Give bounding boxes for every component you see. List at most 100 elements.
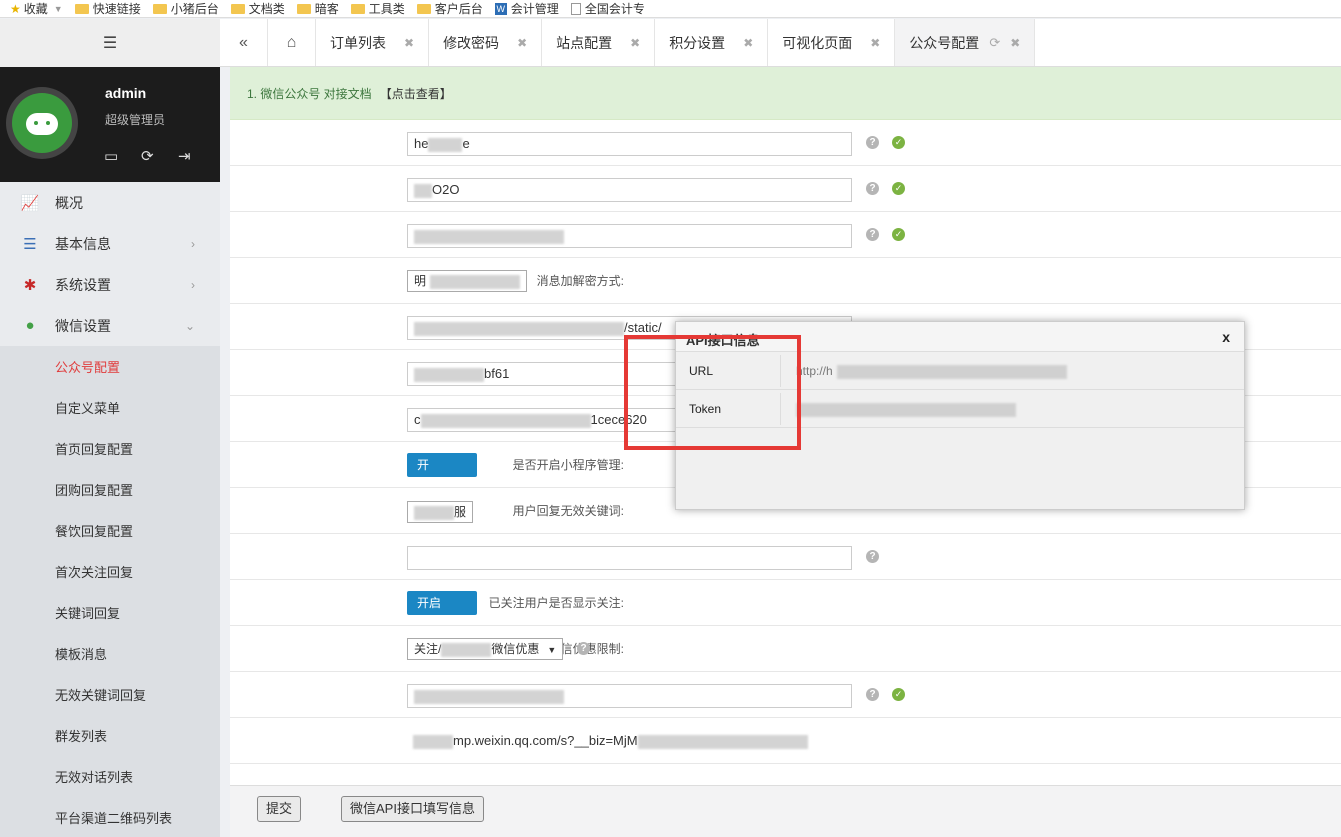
bookmark-tools[interactable]: 工具类 (350, 0, 405, 17)
submenu-item[interactable]: 群发列表 (0, 715, 220, 756)
submenu-item[interactable]: 无效对话列表 (0, 756, 220, 797)
wechat-logo-icon (12, 93, 72, 153)
show-follow-toggle[interactable]: 开启 (407, 591, 477, 615)
document-icon (570, 2, 581, 15)
tab-site-config[interactable]: 站点配置 ✖ (542, 19, 656, 66)
help-icon[interactable]: ? (577, 642, 590, 655)
help-icon[interactable]: ? (866, 550, 879, 563)
folder-icon (74, 3, 89, 14)
close-icon[interactable]: ✖ (1010, 36, 1020, 50)
submit-button[interactable]: 提交 (257, 796, 302, 822)
tab-account-config[interactable]: 公众号配置 ⟳ ✖ (895, 19, 1036, 66)
bookmark-favorites[interactable]: ★ 收藏 ▼ (10, 0, 63, 17)
sidebar-item-basic-info[interactable]: ☰ 基本信息 › (0, 223, 220, 264)
field-label: 是否开启小程序管理: (512, 458, 624, 472)
field-label: 消息加解密方式: (536, 274, 624, 288)
bookmark-xiaozhu[interactable]: 小猪后台 (152, 0, 219, 17)
sidebar: ☰ admin 超级管理员 ▭ ⟳ ⇥ 📈 概况 ☰ 基本信息 › ✱ 系统设置 › ● 微… (0, 19, 220, 837)
word-icon: W (494, 2, 507, 15)
tab-change-password[interactable]: 修改密码 ✖ (429, 19, 543, 66)
close-icon[interactable]: ✖ (870, 36, 880, 50)
share-name-input[interactable] (407, 684, 852, 708)
help-icon[interactable]: ? (866, 228, 879, 241)
bookmark-accounting[interactable]: W 会计管理 (494, 0, 559, 17)
invalid-keyword-select[interactable]: 服 (407, 501, 474, 523)
bookmark-quick-links[interactable]: 快速链接 (74, 0, 141, 17)
dialog-value[interactable] (796, 390, 1016, 428)
bookmark-national[interactable]: 全国会计专 (570, 0, 645, 17)
refresh-icon[interactable]: ⟳ (989, 35, 1000, 51)
submenu-item[interactable]: 团购回复配置 (0, 469, 220, 510)
submenu-item[interactable]: 无效关键词回复 (0, 674, 220, 715)
chevron-down-icon: ⌄ (184, 318, 195, 333)
check-icon: ✓ (892, 688, 905, 701)
logout-icon[interactable]: ⇥ (178, 147, 191, 165)
notice-text: 1. 微信公众号 对接文档 (247, 86, 372, 101)
user-role: 超级管理员 (105, 113, 166, 127)
share-link-input[interactable]: mp.weixin.qq.com/s?__biz=MjM (407, 730, 852, 754)
chevron-right-icon: › (191, 277, 195, 292)
check-icon: ✓ (892, 228, 905, 241)
submenu-item[interactable]: 餐饮回复配置 (0, 510, 220, 551)
submenu-item[interactable]: 自定义菜单 (0, 387, 220, 428)
refresh-icon[interactable]: ⟳ (141, 147, 154, 165)
sidebar-menu: 📈 概况 ☰ 基本信息 › ✱ 系统设置 › ● 微信设置 ⌄ 公众号配置 自定义菜单 首页回… (0, 182, 220, 837)
close-icon[interactable]: ✖ (404, 36, 414, 50)
miniprogram-toggle[interactable]: 开 (407, 453, 477, 477)
chevron-right-icon: › (191, 236, 195, 251)
close-icon[interactable]: x (1222, 329, 1230, 345)
sidebar-item-system-settings[interactable]: ✱ 系统设置 › (0, 264, 220, 305)
bookmarks-bar: ★ 收藏 ▼ 快速链接 小猪后台 文档类 暗客 工具类 客户后台 W 会计管理 全国会… (0, 0, 1341, 18)
appid-input[interactable] (407, 224, 852, 248)
folder-icon (416, 3, 431, 14)
folder-icon (350, 3, 365, 14)
account-name-input[interactable]: O2O (407, 178, 852, 202)
wechat-id-input[interactable]: he e (407, 132, 852, 156)
field-label: 用户回复无效关键词: (512, 504, 624, 518)
monitor-icon[interactable]: ▭ (104, 147, 118, 165)
tab-points-settings[interactable]: 积分设置 ✖ (655, 19, 769, 66)
check-icon: ✓ (892, 182, 905, 195)
close-icon[interactable]: ✖ (743, 36, 753, 50)
chart-line-icon: 📈 (20, 194, 40, 212)
server-icon: ☰ (23, 235, 37, 253)
folder-icon (230, 3, 245, 14)
submenu-item[interactable]: 首次关注回复 (0, 551, 220, 592)
aeskey-input[interactable] (407, 546, 852, 570)
tab-order-list[interactable]: 订单列表 ✖ (316, 19, 430, 66)
form-row-group-limit: 团购微信优惠限制: 关注/微信优惠 ▼ ? (230, 626, 1341, 672)
notice-link[interactable]: 【点击查看】 (380, 85, 452, 102)
help-icon[interactable]: ? (866, 136, 879, 149)
home-icon: ⌂ (286, 33, 297, 51)
form-footer: 提交 微信API接口填写信息 (230, 785, 1341, 837)
submenu-item[interactable]: 公众号配置 (0, 346, 220, 387)
tab-visual-page[interactable]: 可视化页面 ✖ (768, 19, 896, 66)
folder-icon (296, 3, 311, 14)
bookmark-docs[interactable]: 文档类 (230, 0, 285, 17)
double-chevron-left-icon: « (239, 33, 248, 51)
group-limit-select[interactable]: 关注/微信优惠 ▼ (407, 638, 564, 660)
tab-home[interactable]: ⌂ (268, 19, 316, 66)
bookmark-anke[interactable]: 暗客 (296, 0, 339, 17)
submenu-item[interactable]: 首页回复配置 (0, 428, 220, 469)
hamburger-icon: ☰ (102, 35, 118, 52)
star-icon: ★ (10, 1, 21, 16)
bookmark-customer[interactable]: 客户后台 (416, 0, 483, 17)
tab-scroll-left-button[interactable]: « (220, 19, 268, 66)
folder-icon (152, 3, 167, 14)
sidebar-item-wechat-settings[interactable]: ● 微信设置 ⌄ (0, 305, 220, 346)
submenu-item[interactable]: 关键词回复 (0, 592, 220, 633)
sidebar-item-overview[interactable]: 📈 概况 (0, 182, 220, 223)
encrypt-mode-select[interactable]: 明 (407, 270, 528, 292)
help-icon[interactable]: ? (866, 182, 879, 195)
submenu-item[interactable]: 平台渠道二维码列表 (0, 797, 220, 837)
avatar[interactable] (6, 87, 78, 159)
help-icon[interactable]: ? (866, 688, 879, 701)
dialog-value[interactable]: http://h (796, 352, 1067, 390)
sidebar-toggle[interactable]: ☰ (0, 19, 220, 67)
close-icon[interactable]: ✖ (517, 36, 527, 50)
close-icon[interactable]: ✖ (630, 36, 640, 50)
field-label: 已关注用户是否显示关注: (488, 596, 624, 610)
api-info-button[interactable]: 微信API接口填写信息 (341, 796, 484, 822)
submenu-item[interactable]: 模板消息 (0, 633, 220, 674)
